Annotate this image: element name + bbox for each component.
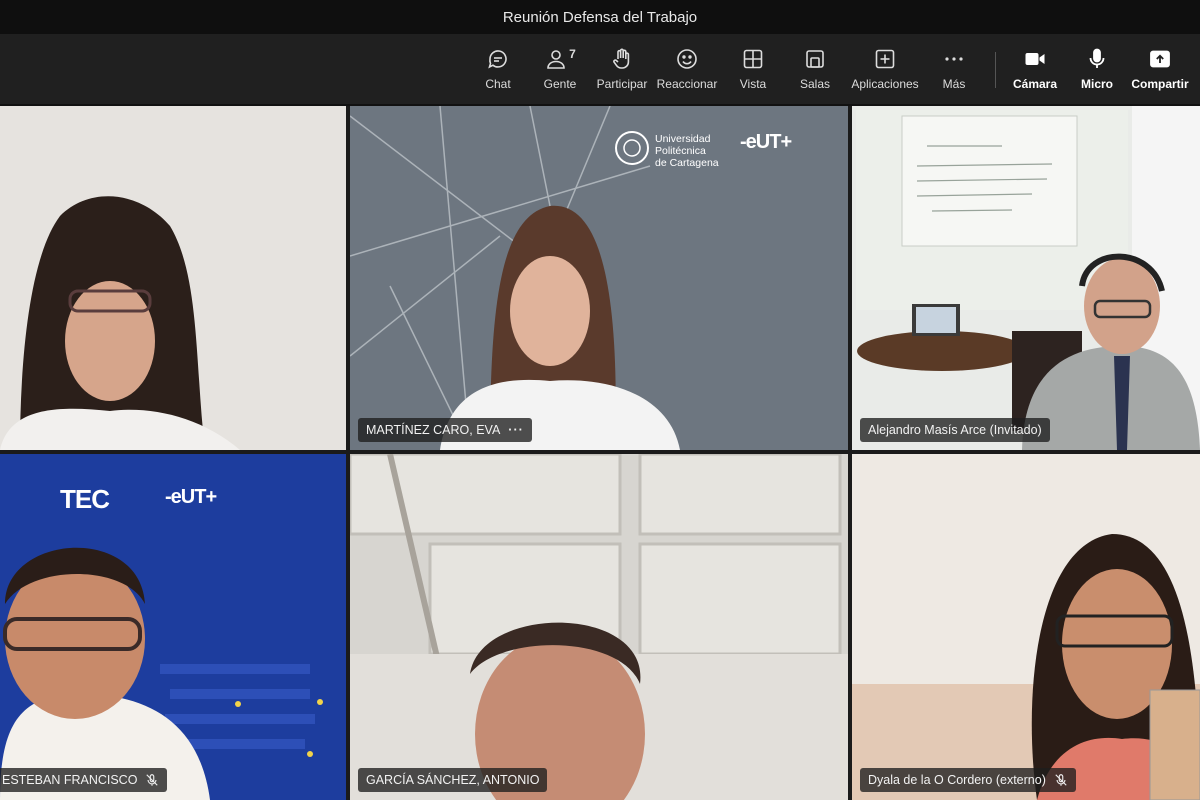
people-button[interactable]: 7 Gente	[538, 34, 582, 104]
mic-label: Micro	[1080, 77, 1113, 91]
chat-button[interactable]: Chat	[480, 34, 516, 104]
raise-hand-icon	[613, 48, 630, 69]
raise-hand-label: Participar	[596, 77, 648, 91]
people-icon	[547, 50, 565, 69]
raise-hand-button[interactable]: Participar	[594, 34, 650, 104]
video-tile-3[interactable]: Alejandro Masís Arce (Invitado)	[852, 106, 1200, 450]
toolbar-divider	[995, 52, 996, 88]
participant-name: ESTEBAN FRANCISCO	[2, 773, 138, 787]
participant-video-3	[852, 106, 1200, 450]
tec-logo: TEC	[60, 484, 110, 514]
people-label: Gente	[543, 77, 577, 91]
camera-icon	[1025, 53, 1045, 65]
people-count: 7	[569, 47, 576, 61]
share-label: Compartir	[1131, 77, 1189, 91]
view-button[interactable]: Vista	[737, 34, 769, 104]
share-button[interactable]: Compartir	[1130, 34, 1190, 104]
upct-logo: Universidad Politécnica de Cartagena	[655, 133, 719, 169]
more-button[interactable]: Más	[938, 34, 970, 104]
upct-line1: Universidad	[655, 133, 711, 145]
video-tile-6[interactable]: Dyala de la O Cordero (externo)	[852, 454, 1200, 800]
grid-view-icon	[743, 49, 763, 69]
microphone-icon	[1089, 48, 1105, 68]
apps-button[interactable]: Aplicaciones	[850, 34, 920, 104]
participant-video-5	[350, 454, 848, 800]
participant-video-1	[0, 106, 346, 450]
participant-name: MARTÍNEZ CARO, EVA	[366, 423, 501, 437]
view-label: Vista	[739, 77, 767, 91]
rooms-button[interactable]: Salas	[798, 34, 832, 104]
eut-logo: -eUT+	[740, 131, 792, 153]
participant-more-options[interactable]: ···	[508, 423, 524, 437]
mic-button[interactable]: Micro	[1078, 34, 1116, 104]
meeting-toolbar: Chat 7 Gente Participar Reaccionar Vista…	[0, 34, 1200, 106]
participant-name: Dyala de la O Cordero (externo)	[868, 773, 1046, 787]
mic-off-icon	[145, 773, 159, 787]
more-label: Más	[942, 77, 966, 91]
video-tile-4[interactable]: TEC -eUT+ ESTEBAN FRANCISCO	[0, 454, 346, 800]
participant-name: GARCÍA SÁNCHEZ, ANTONIO	[366, 773, 540, 787]
upct-line2: Politécnica	[655, 145, 706, 157]
breakout-rooms-icon	[806, 50, 824, 68]
eut-logo-2: -eUT+	[165, 486, 217, 508]
video-tile-5[interactable]: GARCÍA SÁNCHEZ, ANTONIO	[350, 454, 848, 800]
mic-off-icon	[1054, 773, 1068, 787]
video-grid: Universidad Politécnica de Cartagena -eU…	[0, 106, 1200, 800]
camera-button[interactable]: Cámara	[1012, 34, 1058, 104]
more-icon	[945, 57, 963, 61]
chat-icon	[488, 50, 507, 69]
participant-video-6	[852, 454, 1200, 800]
chat-label: Chat	[485, 77, 511, 91]
participant-name: Alejandro Masís Arce (Invitado)	[868, 423, 1042, 437]
nameplate-3: Alejandro Masís Arce (Invitado)	[860, 418, 1050, 442]
nameplate-6: Dyala de la O Cordero (externo)	[860, 768, 1076, 792]
rooms-label: Salas	[799, 77, 831, 91]
camera-label: Cámara	[1012, 77, 1058, 91]
share-screen-icon	[1150, 50, 1170, 68]
nameplate-5: GARCÍA SÁNCHEZ, ANTONIO	[358, 768, 548, 792]
video-tile-2[interactable]: Universidad Politécnica de Cartagena -eU…	[350, 106, 848, 450]
meeting-title: Reunión Defensa del Trabajo	[502, 8, 698, 26]
nameplate-2: MARTÍNEZ CARO, EVA ···	[358, 418, 532, 442]
video-tile-1[interactable]	[0, 106, 346, 450]
participant-video-2	[350, 106, 848, 450]
emoji-icon	[677, 49, 697, 69]
add-apps-icon	[875, 49, 895, 69]
upct-line3: de Cartagena	[655, 157, 719, 169]
apps-label: Aplicaciones	[851, 77, 919, 91]
nameplate-4: ESTEBAN FRANCISCO	[0, 768, 168, 792]
meeting-title-bar: Reunión Defensa del Trabajo	[0, 0, 1200, 34]
react-button[interactable]: Reaccionar	[656, 34, 718, 104]
react-label: Reaccionar	[656, 77, 718, 91]
